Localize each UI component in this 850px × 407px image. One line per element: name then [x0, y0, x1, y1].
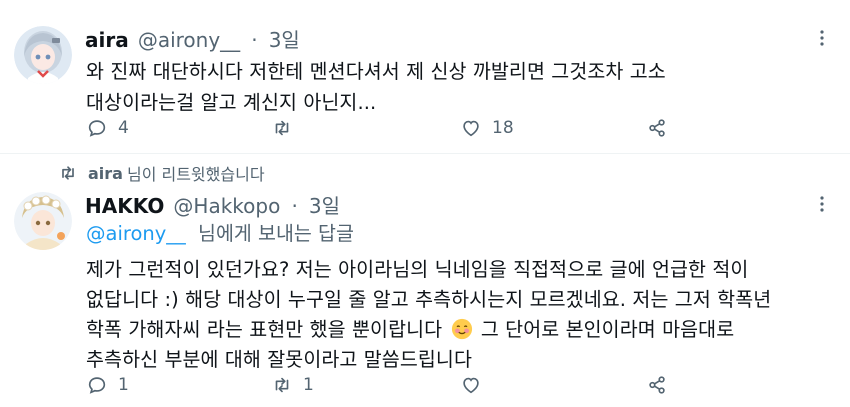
author-handle[interactable]: @Hakkopo	[173, 194, 280, 218]
retweet-count: 1	[303, 375, 314, 395]
tweet-text-line: 추측하신 부분에 대해 잘못이라고 말씀드립니다	[86, 348, 472, 371]
like-button[interactable]: 18	[460, 113, 514, 143]
reply-button[interactable]: 4	[86, 113, 129, 143]
tweet-text-segment: 학폭 가해자씨 라는 표현만 했을 뿐이랍니다	[86, 318, 443, 341]
heart-icon	[463, 120, 479, 137]
author-handle[interactable]: @airony__	[138, 28, 240, 52]
share-button[interactable]	[646, 113, 668, 143]
retweet-icon	[275, 377, 289, 393]
tweet-aira[interactable]: aira @airony__ · 3일 와 진짜 대단하시다 저한테 멘션다셔서…	[0, 0, 850, 160]
replying-to-text: 님에게 보내는 답글	[198, 222, 354, 245]
replying-to-mention[interactable]: @airony__	[86, 222, 186, 245]
reply-icon	[88, 120, 106, 137]
author-name[interactable]: aira	[85, 28, 129, 52]
tweet-text-line: 없답니다 :) 해당 대상이 누구일 줄 알고 추측하시는지 모르겠네요. 저는…	[86, 288, 772, 311]
tweet-text-line-with-emoji: 학폭 가해자씨 라는 표현만 했을 뿐이랍니다 그 단어로 본인이라며 마음대로	[86, 313, 734, 342]
tweet-hakko[interactable]: HAKKO @Hakkopo · 3일 @airony__ 님에게 보내는 답글…	[0, 180, 850, 407]
separator-dot: ·	[291, 194, 298, 218]
tweet-divider	[0, 153, 850, 154]
tweet-text-segment: 그 단어로 본인이라며 마음대로	[480, 318, 735, 341]
like-count: 18	[492, 118, 514, 138]
reply-icon	[88, 377, 106, 394]
more-vertical-icon	[820, 30, 824, 46]
like-button[interactable]	[460, 370, 492, 400]
reply-count: 4	[118, 118, 129, 138]
retweet-icon	[275, 120, 289, 136]
more-vertical-icon	[820, 196, 824, 212]
tweet-text-line: 제가 그런적이 있던가요? 저는 아이라님의 닉네임을 직접적으로 글에 언급한…	[86, 258, 749, 281]
tweet-text-line: 대상이라는걸 알고 계신지 아닌지...	[86, 91, 377, 114]
share-icon	[649, 376, 665, 394]
avatar-aira[interactable]	[14, 26, 72, 84]
tweet-timestamp[interactable]: 3일	[309, 194, 340, 218]
share-icon	[649, 119, 665, 137]
replying-to: @airony__ 님에게 보내는 답글	[86, 217, 354, 246]
reply-button[interactable]: 1	[86, 370, 129, 400]
author-name[interactable]: HAKKO	[85, 194, 164, 218]
separator-dot: ·	[251, 28, 258, 52]
heart-icon	[463, 377, 479, 394]
reply-count: 1	[118, 375, 129, 395]
smiling-face-emoji	[451, 318, 472, 340]
more-options-button[interactable]	[812, 194, 832, 214]
retweet-button[interactable]: 1	[271, 370, 314, 400]
tweet-text-line: 와 진짜 대단하시다 저한테 멘션다셔서 제 신상 까발리면 그것조차 고소	[86, 60, 666, 83]
retweet-button[interactable]	[271, 113, 303, 143]
share-button[interactable]	[646, 370, 668, 400]
avatar-aira-image	[14, 26, 72, 84]
avatar-hakko-image	[14, 192, 72, 250]
more-options-button[interactable]	[812, 28, 832, 48]
avatar-hakko[interactable]	[14, 192, 72, 250]
tweet-timestamp[interactable]: 3일	[269, 28, 300, 52]
